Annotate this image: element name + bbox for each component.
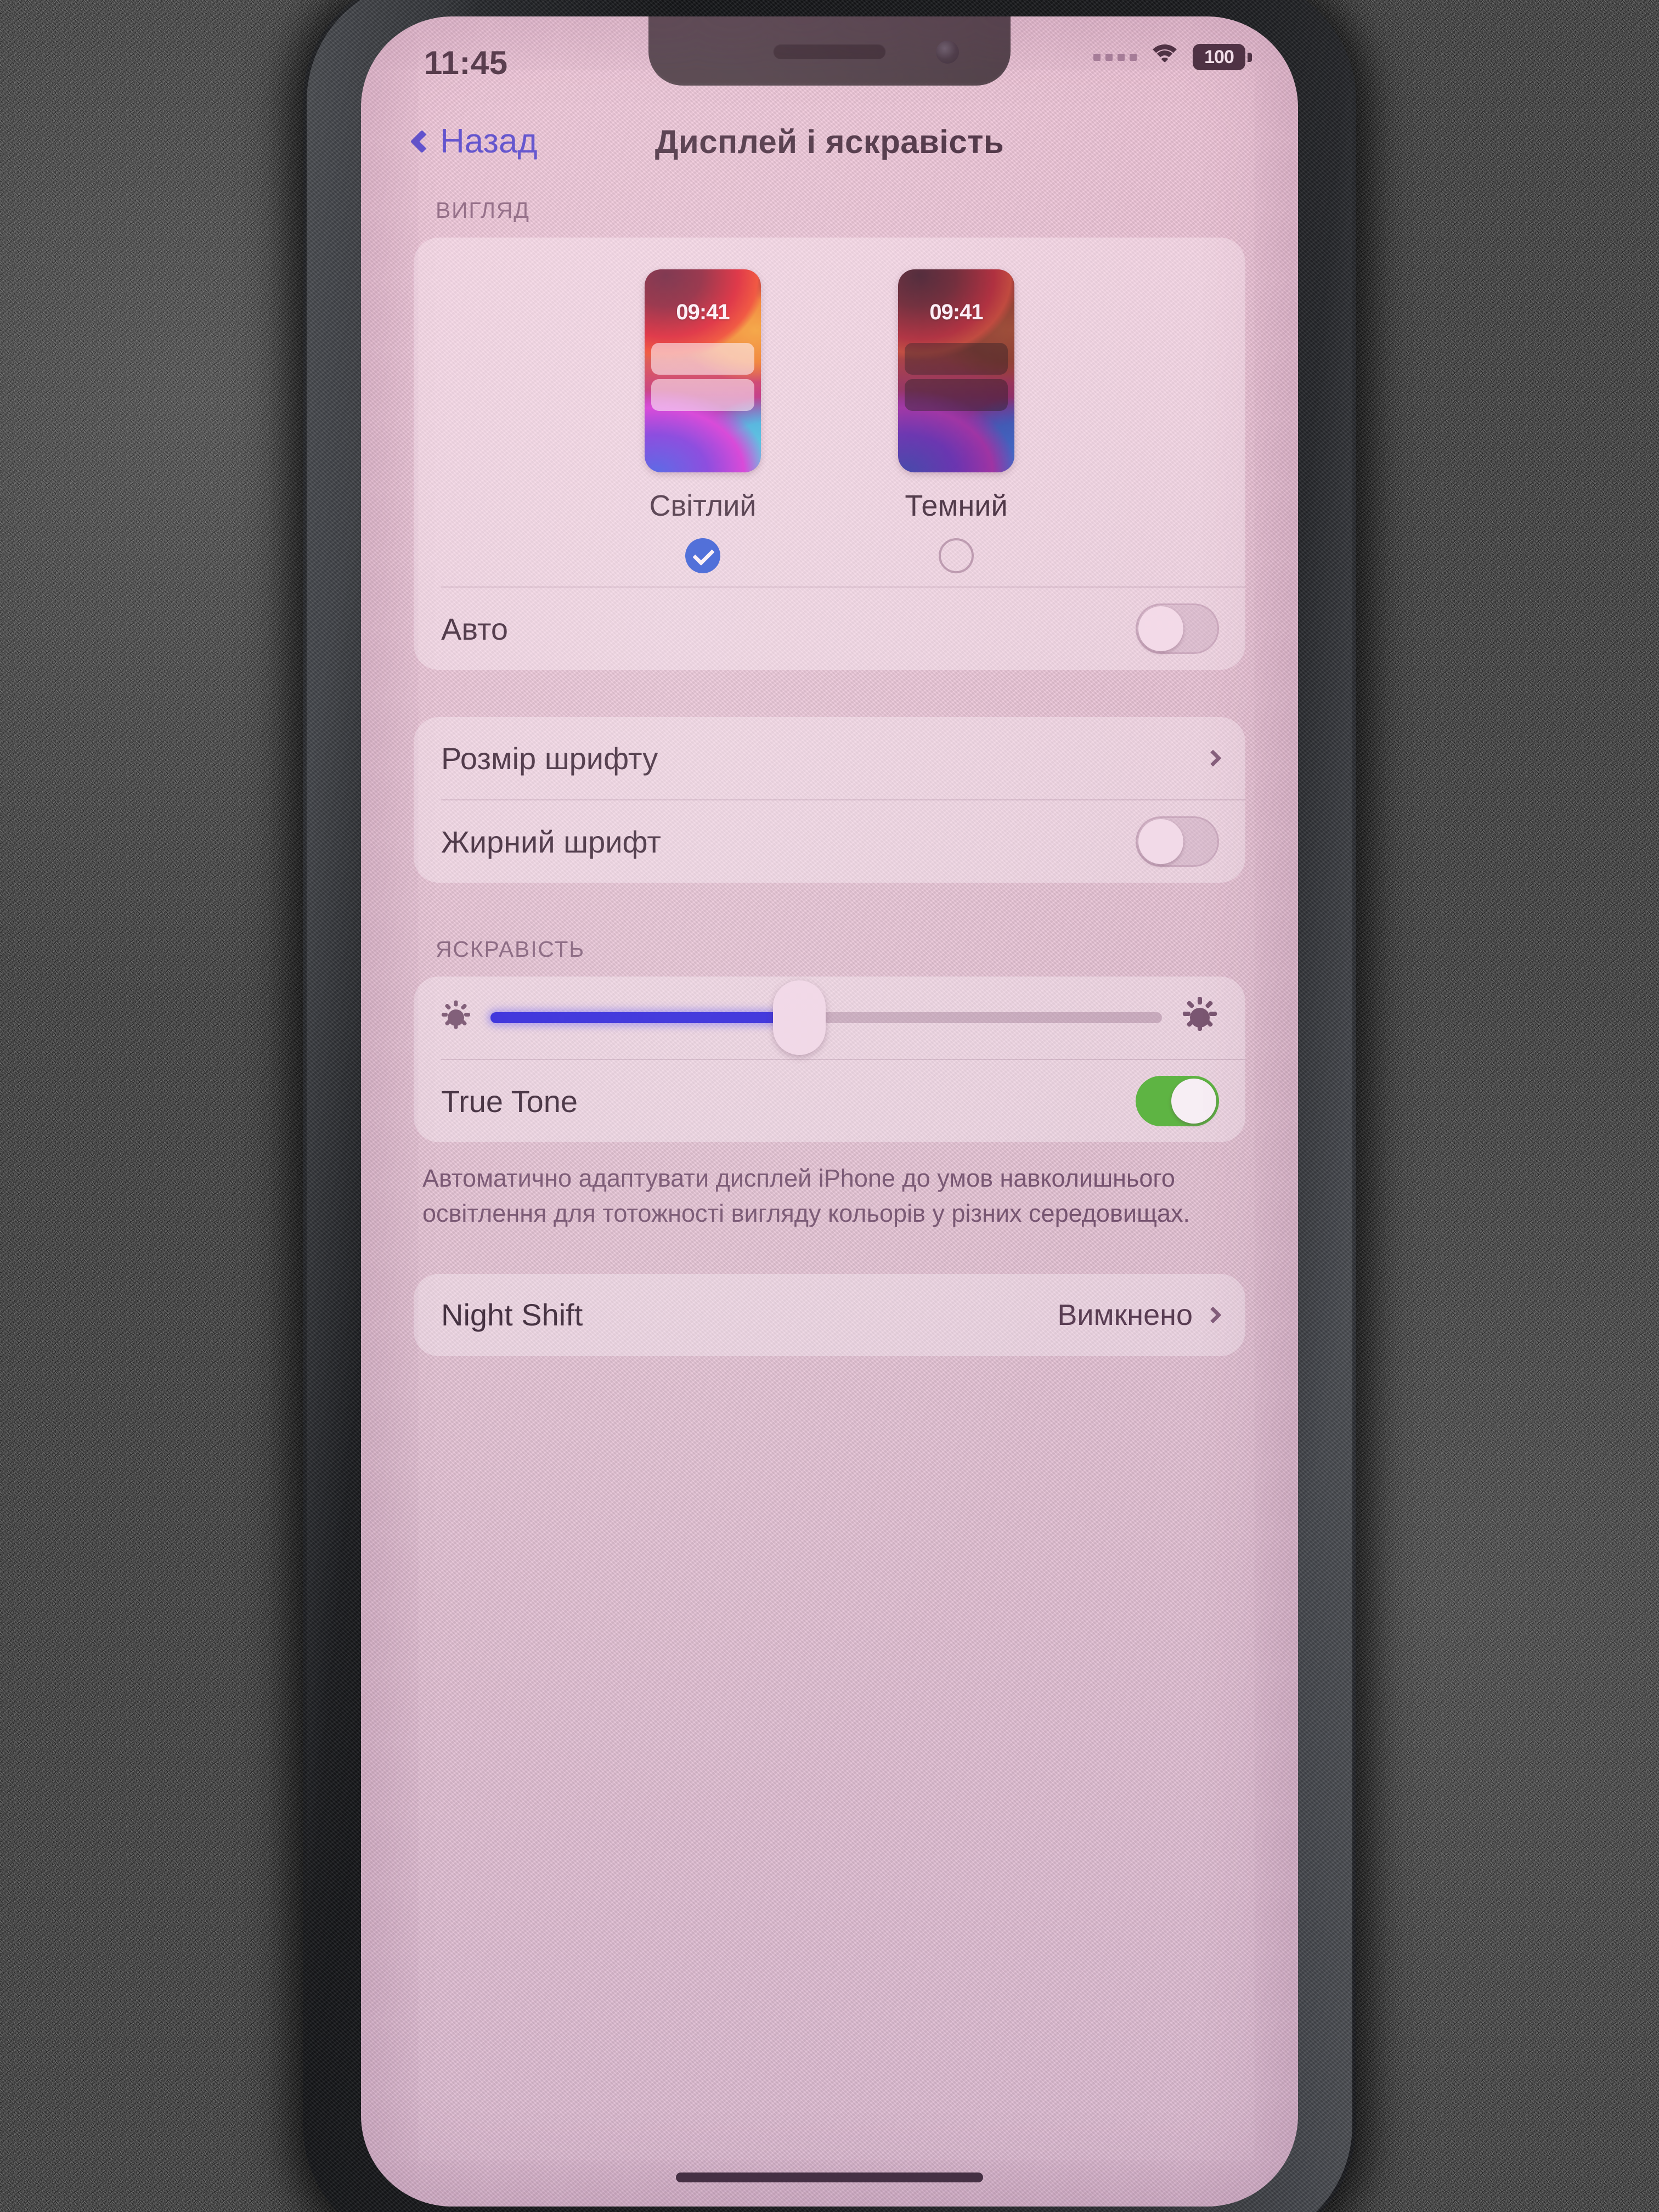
dark-mode-label: Темний — [905, 489, 1008, 522]
photo-background: 11:45 100 Назад Дисплей і яскравість ВИГ… — [0, 0, 1659, 2212]
preview-widget-card — [651, 343, 754, 375]
battery-icon: 100 — [1193, 44, 1252, 70]
night-shift-row[interactable]: Night Shift Вимкнено — [414, 1274, 1245, 1356]
auto-appearance-label: Авто — [441, 611, 509, 646]
preview-widget-card — [905, 379, 1008, 411]
light-mode-preview-thumbnail[interactable]: 09:41 — [645, 269, 761, 472]
bold-text-toggle[interactable] — [1136, 816, 1219, 867]
preview-widget-card — [651, 379, 754, 411]
light-mode-label: Світлий — [649, 489, 757, 522]
page-title: Дисплей і яскравість — [654, 123, 1005, 160]
brightness-slider-row[interactable] — [414, 977, 1245, 1059]
battery-percent-label: 100 — [1204, 46, 1234, 67]
sun-small-icon — [438, 1000, 474, 1036]
true-tone-label: True Tone — [441, 1084, 578, 1119]
brightness-slider-thumb[interactable] — [773, 980, 826, 1055]
night-shift-label: Night Shift — [441, 1297, 583, 1333]
iphone-device: 11:45 100 Назад Дисплей і яскравість ВИГ… — [303, 0, 1356, 2212]
appearance-option-dark[interactable]: 09:41 Темний — [898, 269, 1014, 573]
auto-appearance-toggle[interactable] — [1136, 603, 1219, 654]
true-tone-toggle[interactable] — [1136, 1076, 1219, 1126]
brightness-slider-track[interactable] — [490, 980, 1162, 1055]
light-mode-radio-selected[interactable] — [685, 538, 720, 573]
bold-text-row[interactable]: Жирний шрифт — [414, 800, 1245, 883]
chevron-right-icon — [1204, 1306, 1222, 1324]
status-bar-indicators: 100 — [1093, 44, 1252, 70]
night-shift-card: Night Shift Вимкнено — [414, 1273, 1245, 1356]
brightness-slider-fill — [490, 1012, 800, 1023]
sun-large-icon — [1178, 996, 1221, 1039]
night-shift-value: Вимкнено — [1057, 1298, 1193, 1331]
dark-mode-preview-thumbnail[interactable]: 09:41 — [898, 269, 1014, 472]
wifi-icon — [1148, 44, 1182, 70]
dark-mode-radio-unselected[interactable] — [939, 538, 974, 573]
preview-clock-light: 09:41 — [676, 300, 730, 324]
text-size-row[interactable]: Розмір шрифту — [414, 717, 1245, 799]
text-settings-card: Розмір шрифту Жирний шрифт — [414, 717, 1245, 883]
chevron-right-icon — [1204, 749, 1222, 767]
preview-widget-card — [905, 343, 1008, 375]
preview-clock-dark: 09:41 — [929, 300, 983, 324]
appearance-card: 09:41 Світлий 09:41 Темний Авто — [414, 238, 1245, 670]
appearance-preview-row: 09:41 Світлий 09:41 Темний — [414, 238, 1245, 586]
home-indicator[interactable] — [676, 2172, 983, 2182]
navigation-bar: Назад Дисплей і яскравість — [361, 114, 1298, 185]
true-tone-description: Автоматично адаптувати дисплей iPhone до… — [422, 1164, 1190, 1227]
phone-screen: 11:45 100 Назад Дисплей і яскравість ВИГ… — [361, 16, 1298, 2207]
status-bar-time: 11:45 — [424, 44, 508, 81]
signal-dots-icon — [1093, 53, 1137, 61]
status-bar: 11:45 100 — [361, 16, 1298, 99]
true-tone-row[interactable]: True Tone — [414, 1060, 1245, 1142]
text-size-label: Розмір шрифту — [441, 741, 658, 776]
brightness-section-header: ЯСКРАВІСТЬ — [436, 936, 585, 962]
auto-appearance-row[interactable]: Авто — [414, 588, 1245, 670]
appearance-section-header: ВИГЛЯД — [436, 198, 530, 223]
appearance-option-light[interactable]: 09:41 Світлий — [645, 269, 761, 573]
settings-scroll-area[interactable]: ВИГЛЯД 09:41 Світлий 09:41 Темний Авто Р… — [361, 198, 1298, 2207]
brightness-card: True Tone — [414, 977, 1245, 1142]
bold-text-label: Жирний шрифт — [441, 824, 662, 859]
